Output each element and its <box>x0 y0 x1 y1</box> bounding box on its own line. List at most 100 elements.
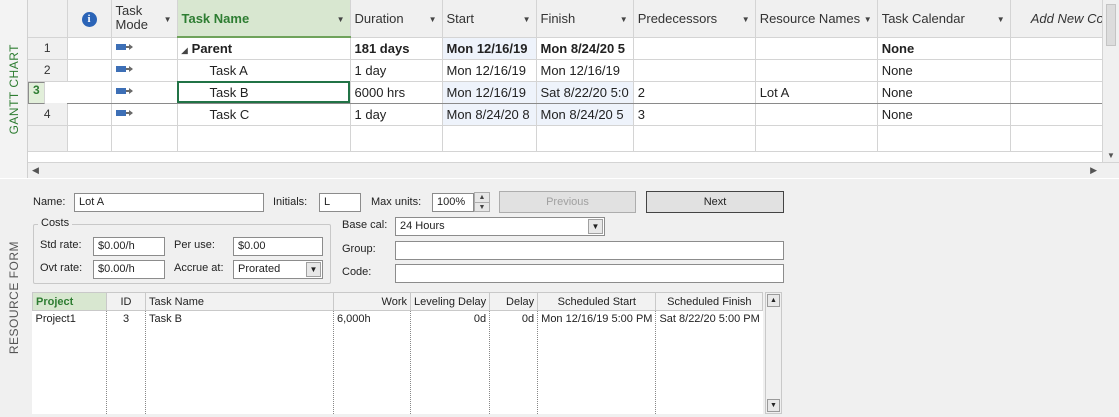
scroll-left-arrow-icon[interactable]: ◀ <box>32 165 39 176</box>
indicators-cell[interactable] <box>67 37 112 60</box>
accrue-at-select[interactable]: Prorated ▼ <box>233 260 323 279</box>
leveling-delay-column-header[interactable]: Leveling Delay <box>409 292 491 311</box>
task-mode-cell[interactable] <box>111 37 178 60</box>
table-row-empty[interactable] <box>28 125 1107 152</box>
indicators-cell[interactable] <box>67 80 112 104</box>
table-row-selected[interactable]: 3 Task B 6000 hrs Mon 12/16/19 Sat 8/22/… <box>28 80 1107 104</box>
scroll-up-arrow-icon[interactable]: ▲ <box>767 294 780 307</box>
project-column-header[interactable]: Project <box>32 292 107 311</box>
task-calendar-cell[interactable]: None <box>877 59 1011 82</box>
dropdown-arrow-icon[interactable]: ▼ <box>620 15 628 24</box>
scheduled-finish-column-header[interactable]: Scheduled Finish <box>655 292 764 311</box>
scroll-down-arrow-icon[interactable]: ▼ <box>1107 151 1115 160</box>
resource-names-cell[interactable] <box>755 59 878 82</box>
assignments-vertical-scrollbar[interactable]: ▲ ▼ <box>765 292 782 414</box>
dropdown-arrow-icon[interactable]: ▼ <box>523 15 531 24</box>
project-cell[interactable]: Project1 <box>32 310 107 414</box>
scroll-down-arrow-icon[interactable]: ▼ <box>767 399 780 412</box>
dropdown-arrow-icon[interactable]: ▼ <box>997 15 1005 24</box>
delay-column-header[interactable]: Delay <box>489 292 539 311</box>
duration-cell[interactable]: 6000 hrs <box>350 80 443 104</box>
row-number[interactable]: 4 <box>28 103 68 126</box>
table-row[interactable]: 1 ◢ Parent 181 days Mon 12/16/19 Mon 8/24… <box>28 37 1107 60</box>
start-cell[interactable]: Mon 12/16/19 <box>442 59 537 82</box>
add-new-column-header[interactable]: Add New Co <box>1010 0 1107 38</box>
scrollbar-thumb[interactable] <box>1106 4 1116 46</box>
initials-field[interactable]: L <box>319 193 361 212</box>
finish-cell[interactable]: Mon 12/16/19 <box>536 59 634 82</box>
task-calendar-cell[interactable]: None <box>877 103 1011 126</box>
std-rate-field[interactable]: $0.00/h <box>93 237 165 256</box>
start-cell[interactable]: Mon 12/16/19 <box>442 80 537 104</box>
scheduled-start-cell[interactable]: Mon 12/16/19 5:00 PM <box>537 310 657 414</box>
resource-names-cell[interactable] <box>755 37 878 60</box>
add-new-cell[interactable] <box>1010 103 1107 126</box>
work-cell[interactable]: 6,000h <box>333 310 411 414</box>
per-use-field[interactable]: $0.00 <box>233 237 323 256</box>
max-units-spinner[interactable]: ▲ ▼ <box>474 192 490 212</box>
task-mode-cell[interactable] <box>111 80 178 104</box>
gantt-horizontal-scrollbar[interactable]: ◀ ▶ <box>28 162 1119 178</box>
finish-cell[interactable]: Sat 8/22/20 5:0 <box>536 80 634 104</box>
chevron-down-icon[interactable]: ▼ <box>306 262 321 277</box>
duration-cell[interactable]: 181 days <box>350 37 443 60</box>
id-cell[interactable]: 3 <box>106 310 146 414</box>
resource-names-cell[interactable]: Lot A <box>755 80 878 104</box>
predecessors-cell[interactable] <box>633 59 756 82</box>
task-name-cell[interactable]: Task C <box>177 103 351 126</box>
task-name-column-header[interactable]: Task Name ▼ <box>177 0 351 38</box>
indicators-cell[interactable] <box>67 59 112 82</box>
task-calendar-column-header[interactable]: Task Calendar ▼ <box>877 0 1011 38</box>
work-column-header[interactable]: Work <box>333 292 411 311</box>
scheduled-start-column-header[interactable]: Scheduled Start <box>537 292 657 311</box>
add-new-cell[interactable] <box>1010 80 1107 104</box>
dropdown-arrow-icon[interactable]: ▼ <box>429 15 437 24</box>
previous-button[interactable]: Previous <box>499 191 636 213</box>
task-mode-column-header[interactable]: Task Mode ▼ <box>111 0 178 38</box>
task-calendar-cell[interactable]: None <box>877 80 1011 104</box>
finish-cell[interactable]: Mon 8/24/20 5 <box>536 103 634 126</box>
resource-names-cell[interactable] <box>755 103 878 126</box>
spin-up-icon[interactable]: ▲ <box>475 193 489 202</box>
task-mode-cell[interactable] <box>111 103 178 126</box>
predecessors-cell[interactable] <box>633 37 756 60</box>
gantt-vertical-scrollbar[interactable]: ▼ <box>1102 0 1119 162</box>
ovt-rate-field[interactable]: $0.00/h <box>93 260 165 279</box>
row-number[interactable]: 1 <box>28 37 68 60</box>
next-button[interactable]: Next <box>646 191 784 213</box>
table-row[interactable]: Project1 3 Task B 6,000h 0d 0d Mon 12/16… <box>32 310 763 414</box>
leveling-delay-cell[interactable]: 0d <box>410 310 491 414</box>
predecessors-cell[interactable]: 2 <box>633 80 756 104</box>
id-column-header[interactable]: ID <box>106 292 146 311</box>
select-all-corner[interactable] <box>28 0 68 38</box>
add-new-cell[interactable] <box>1010 59 1107 82</box>
indicators-cell[interactable] <box>67 103 112 126</box>
duration-cell[interactable]: 1 day <box>350 103 443 126</box>
task-name-cell[interactable]: Task A <box>177 59 351 82</box>
finish-cell[interactable]: Mon 8/24/20 5 <box>536 37 634 60</box>
row-number[interactable]: 2 <box>28 59 68 82</box>
table-row[interactable]: 4 Task C 1 day Mon 8/24/20 8 Mon 8/24/20… <box>28 103 1107 126</box>
scheduled-finish-cell[interactable]: Sat 8/22/20 5:00 PM <box>656 311 763 414</box>
duration-cell[interactable]: 1 day <box>350 59 443 82</box>
task-calendar-cell[interactable]: None <box>877 37 1011 60</box>
start-cell[interactable]: Mon 8/24/20 8 <box>442 103 537 126</box>
row-number[interactable]: 3 <box>28 81 45 104</box>
predecessors-column-header[interactable]: Predecessors ▼ <box>633 0 756 38</box>
predecessors-cell[interactable]: 3 <box>633 103 756 126</box>
finish-column-header[interactable]: Finish ▼ <box>536 0 634 38</box>
group-field[interactable] <box>395 241 784 260</box>
delay-cell[interactable]: 0d <box>489 310 539 414</box>
chevron-down-icon[interactable]: ▼ <box>588 219 603 234</box>
dropdown-arrow-icon[interactable]: ▼ <box>864 15 872 24</box>
table-row[interactable]: 2 Task A 1 day Mon 12/16/19 Mon 12/16/19… <box>28 59 1107 82</box>
task-mode-cell[interactable] <box>111 59 178 82</box>
scroll-right-arrow-icon[interactable]: ▶ <box>1090 165 1097 176</box>
dropdown-arrow-icon[interactable]: ▼ <box>337 15 345 24</box>
code-field[interactable] <box>395 264 784 283</box>
start-column-header[interactable]: Start ▼ <box>442 0 537 38</box>
max-units-field[interactable]: 100% <box>432 193 474 212</box>
start-cell[interactable]: Mon 12/16/19 <box>442 37 537 60</box>
collapse-triangle-icon[interactable]: ◢ <box>182 46 188 55</box>
duration-column-header[interactable]: Duration ▼ <box>350 0 443 38</box>
